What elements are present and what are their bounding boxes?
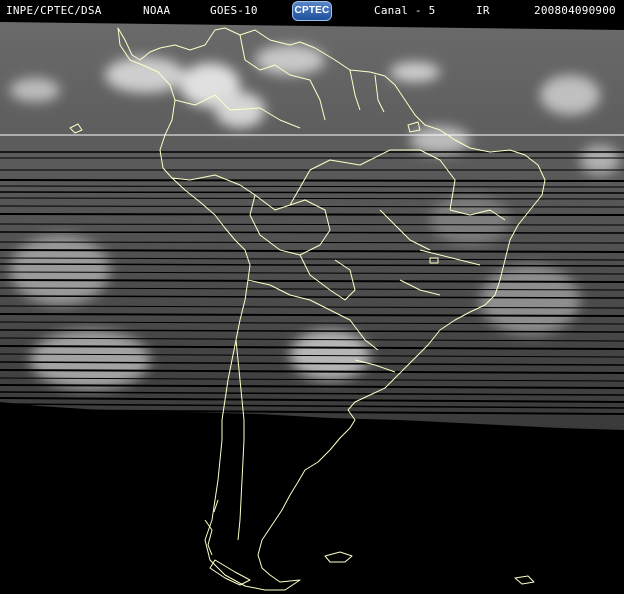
satellite-image-svg — [0, 22, 624, 594]
satellite-label: GOES-10 — [210, 4, 258, 17]
channel-label: Canal - 5 — [374, 4, 436, 17]
image-header: INPE/CPTEC/DSA NOAA GOES-10 CPTEC Canal … — [0, 0, 624, 22]
agency-label: NOAA — [143, 4, 171, 17]
cptec-logo: CPTEC — [292, 1, 332, 21]
timestamp-label: 200804090900 — [534, 4, 616, 17]
satellite-image — [0, 22, 624, 594]
logo-text: CPTEC — [294, 5, 330, 16]
source-label: INPE/CPTEC/DSA — [6, 4, 102, 17]
band-label: IR — [476, 4, 490, 17]
